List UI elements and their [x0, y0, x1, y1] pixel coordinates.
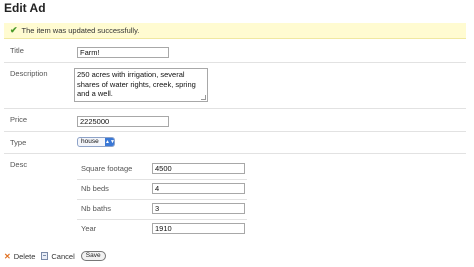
- nb-beds-input[interactable]: [152, 183, 245, 194]
- desc-row: Desc Square footage Nb beds Nb baths Yea…: [4, 155, 466, 245]
- delete-icon: ✕: [4, 251, 11, 261]
- flash-notice: ✔ The item was updated successfully.: [4, 23, 466, 39]
- desc-label: Desc: [10, 160, 28, 169]
- title-input[interactable]: [77, 47, 169, 58]
- form-actions: ✕ Delete Cancel Save: [4, 250, 106, 262]
- nb-baths-label: Nb baths: [81, 204, 112, 213]
- title-label: Title: [10, 46, 24, 55]
- price-input[interactable]: [77, 116, 169, 127]
- cancel-link[interactable]: Cancel: [41, 251, 75, 261]
- type-row: Type house ▲▼: [4, 133, 466, 154]
- flash-message: The item was updated successfully.: [21, 26, 140, 35]
- title-row: Title: [4, 41, 466, 63]
- description-textarea[interactable]: 250 acres with irrigation, several share…: [74, 68, 208, 102]
- check-icon: ✔: [10, 25, 18, 35]
- type-select[interactable]: house ▲▼: [77, 137, 115, 147]
- type-selected-value: house: [81, 138, 99, 145]
- page-title: Edit Ad: [4, 1, 46, 15]
- delete-link[interactable]: ✕ Delete: [4, 252, 35, 261]
- square-footage-label: Square footage: [81, 164, 133, 173]
- nb-baths-input[interactable]: [152, 203, 245, 214]
- nb-beds-label: Nb beds: [81, 184, 109, 193]
- price-row: Price: [4, 110, 466, 132]
- nb-baths-row: Nb baths: [77, 200, 247, 220]
- year-row: Year: [77, 220, 247, 240]
- description-row: Description 250 acres with irrigation, s…: [4, 64, 466, 109]
- square-footage-input[interactable]: [152, 163, 245, 174]
- year-label: Year: [81, 224, 97, 233]
- resize-grip-icon[interactable]: [201, 95, 206, 100]
- nb-beds-row: Nb beds: [77, 180, 247, 200]
- type-label: Type: [10, 138, 27, 147]
- delete-label: Delete: [13, 251, 36, 261]
- chevron-updown-icon: ▲▼: [105, 138, 115, 146]
- year-input[interactable]: [152, 223, 245, 234]
- price-label: Price: [10, 115, 28, 124]
- cancel-icon: [41, 252, 49, 260]
- save-button[interactable]: Save: [80, 251, 106, 261]
- desc-embedded-form: Square footage Nb beds Nb baths Year: [77, 160, 247, 240]
- cancel-label: Cancel: [51, 251, 75, 261]
- square-footage-row: Square footage: [77, 160, 247, 180]
- description-label: Description: [10, 69, 48, 78]
